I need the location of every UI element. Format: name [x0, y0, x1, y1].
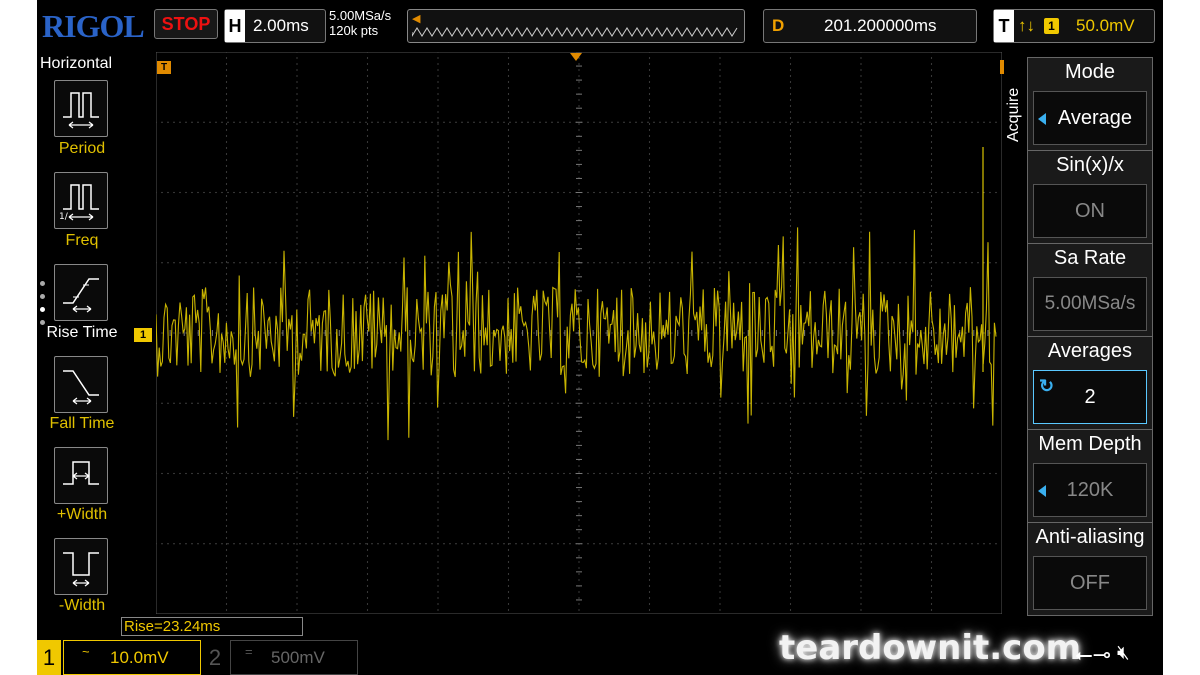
ch2-scale-box[interactable]: = 500mV [230, 640, 358, 675]
memory-points-text: 120k pts [329, 23, 379, 38]
horizontal-label: H [225, 10, 245, 42]
trigger-box[interactable]: T ↑↓ 1 50.0mV [993, 9, 1155, 43]
sinx-menu-item[interactable]: Sin(x)/x ON [1027, 150, 1153, 244]
ch1-scale-box[interactable]: ~ 10.0mV [63, 640, 201, 675]
measure-pos-width-label: +Width [56, 506, 108, 523]
mem-depth-menu-item[interactable]: Mem Depth 120K [1027, 429, 1153, 523]
trigger-source-badge: 1 [1044, 18, 1059, 34]
page-dot-active [40, 307, 45, 312]
knob-rotate-icon: ↻ [1039, 376, 1055, 396]
waveform-memory-overview[interactable]: ◀ [407, 9, 745, 43]
mem-depth-title: Mem Depth [1038, 433, 1142, 455]
speaker-muted-icon[interactable]: 🔇︎ [1117, 642, 1130, 665]
measure-fall-time-label: Fall Time [49, 415, 115, 432]
measure-neg-width-button[interactable] [54, 538, 108, 595]
waveform-graticule[interactable] [156, 52, 1002, 614]
ac-coupling-icon: ~ [82, 644, 90, 659]
trigger-position-icon: ◀ [412, 13, 421, 25]
measure-period-label: Period [58, 140, 106, 157]
dc-coupling-icon: = [245, 644, 253, 659]
measure-pos-width-button[interactable] [54, 447, 108, 504]
averages-title: Averages [1047, 340, 1133, 362]
ch2-indicator[interactable]: 2 [205, 640, 225, 675]
trigger-position-marker[interactable] [570, 53, 582, 61]
trigger-level-marker[interactable]: T [157, 61, 171, 74]
sinx-value: ON [1033, 184, 1147, 238]
anti-aliasing-title: Anti-aliasing [1035, 526, 1145, 548]
measure-period-button[interactable] [54, 80, 108, 137]
horizontal-scale-value: 2.00ms [253, 16, 309, 35]
sa-rate-title: Sa Rate [1053, 247, 1127, 269]
measure-freq-label: Freq [65, 232, 99, 249]
waveform-overview-icon [412, 27, 738, 37]
acquire-menu-title: Acquire [1005, 87, 1022, 143]
delay-value: 201.200000ms [824, 16, 937, 35]
neg-width-icon [63, 552, 99, 587]
period-icon [63, 92, 99, 129]
mode-menu-item[interactable]: Mode Average [1027, 57, 1153, 151]
averages-value[interactable]: ↻ 2 [1033, 370, 1147, 424]
run-stop-status[interactable]: STOP [154, 9, 218, 39]
page-dot [40, 294, 45, 299]
sa-rate-value: 5.00MSa/s [1033, 277, 1147, 331]
ch1-scale-value: 10.0mV [110, 648, 169, 667]
pos-width-icon [63, 461, 99, 485]
mem-depth-value-text: 120K [1066, 479, 1114, 501]
ch1-indicator[interactable]: 1 [37, 640, 61, 675]
sa-rate-menu-item[interactable]: Sa Rate 5.00MSa/s [1027, 243, 1153, 337]
mode-title: Mode [1064, 61, 1116, 83]
horizontal-scale-box[interactable]: H 2.00ms [224, 9, 326, 43]
page-dot [40, 281, 45, 286]
brand-logo: RIGOL [42, 8, 145, 44]
cycle-arrow-icon [1038, 113, 1046, 125]
measure-freq-button[interactable]: 1/ [54, 172, 108, 229]
ch1-offset-marker[interactable]: 1 [134, 328, 152, 342]
sinx-title: Sin(x)/x [1056, 154, 1124, 176]
mem-depth-value: 120K [1033, 463, 1147, 517]
delay-label: D [772, 16, 785, 35]
fall-time-icon [63, 370, 99, 405]
anti-aliasing-value: OFF [1033, 556, 1147, 610]
freq-icon: 1/ [59, 184, 99, 222]
rise-time-measurement: Rise=23.24ms [121, 617, 303, 636]
acquisition-info: 5.00MSa/s 120k pts [329, 8, 391, 38]
measure-rise-time-label: Rise Time [46, 324, 118, 341]
averages-value-text: 2 [1084, 386, 1096, 408]
measure-menu-title: Horizontal [40, 55, 113, 72]
trigger-label: T [994, 10, 1014, 42]
mode-value: Average [1033, 91, 1147, 145]
trigger-level-value: 50.0mV [1076, 16, 1135, 35]
cycle-arrow-icon [1038, 485, 1046, 497]
measure-fall-time-button[interactable] [54, 356, 108, 413]
measure-neg-width-label: -Width [58, 597, 106, 614]
delay-box[interactable]: D 201.200000ms [763, 9, 977, 43]
watermark: teardownit.com [779, 628, 1082, 668]
delay-right-marker [1000, 60, 1004, 74]
mode-value-text: Average [1057, 107, 1133, 129]
trigger-edge-icon: ↑↓ [1018, 16, 1035, 35]
svg-text:1/: 1/ [59, 212, 69, 222]
usb-icon: ⭠⊸ [1075, 642, 1112, 667]
averages-menu-item[interactable]: Averages ↻ 2 [1027, 336, 1153, 430]
oscilloscope-screen: RIGOL STOP H 2.00ms 5.00MSa/s 120k pts ◀… [37, 0, 1163, 675]
sample-rate-text: 5.00MSa/s [329, 8, 392, 23]
ch2-scale-value: 500mV [271, 648, 325, 667]
anti-aliasing-menu-item[interactable]: Anti-aliasing OFF [1027, 522, 1153, 616]
rise-time-icon [63, 278, 99, 313]
measure-rise-time-button[interactable] [54, 264, 108, 321]
